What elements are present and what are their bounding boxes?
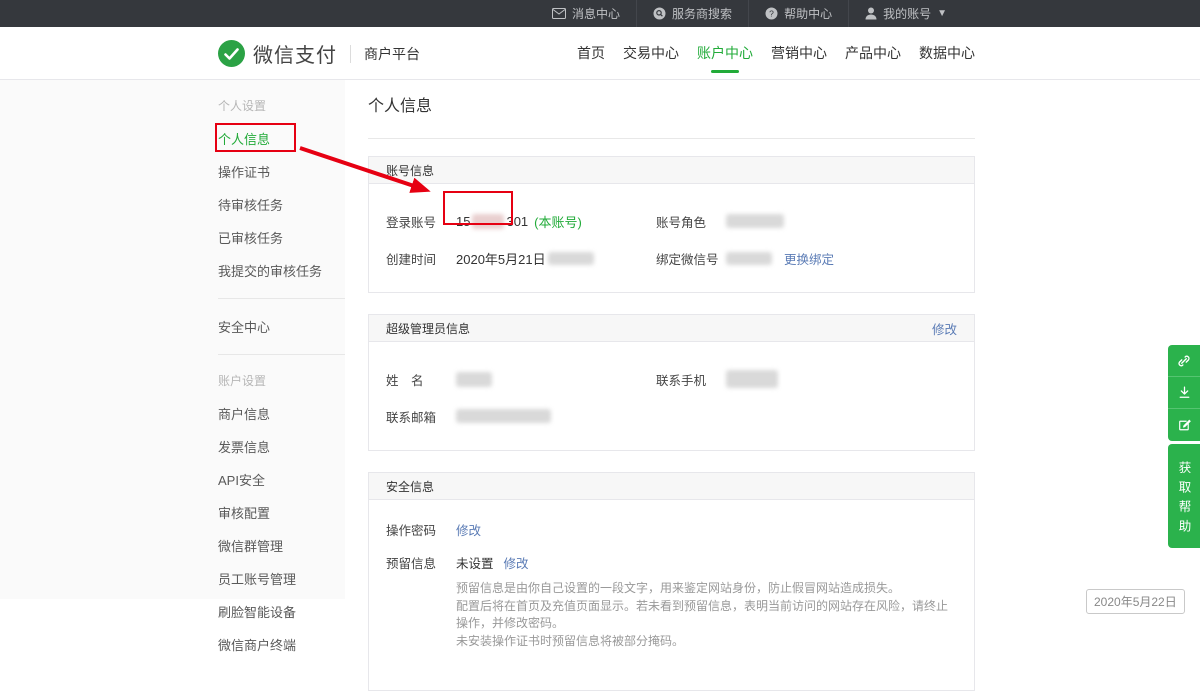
sidebar-item-wechat-merchant-terminal[interactable]: 微信商户终端: [218, 628, 345, 661]
redacted-admin-name: [456, 372, 492, 387]
date-chip: 2020年5月22日: [1086, 589, 1185, 614]
topbar-item-label: 我的账号: [883, 5, 931, 22]
topbar-item-help-center[interactable]: ? 帮助中心: [748, 0, 848, 27]
sidebar-group-personal-settings: 个人设置: [218, 97, 345, 114]
page-title: 个人信息: [368, 92, 975, 139]
account-info-section: 账号信息 登录账号 15 301 (本账号) 账号角色: [368, 156, 975, 293]
question-icon: ?: [765, 7, 778, 20]
chevron-down-icon: ▼: [937, 8, 947, 19]
sidebar-divider: [218, 354, 345, 355]
bound-wechat-label: 绑定微信号: [656, 249, 726, 268]
wechat-pay-logo-icon: [218, 40, 245, 67]
nav-item-transaction-center[interactable]: 交易中心: [623, 27, 679, 80]
sidebar-item-api-security[interactable]: API安全: [218, 463, 345, 496]
sidebar-item-reviewed-tasks[interactable]: 已审核任务: [218, 221, 345, 254]
sidebar-item-staff-account-mgmt[interactable]: 员工账号管理: [218, 562, 345, 595]
sidebar-item-my-submitted-tasks[interactable]: 我提交的审核任务: [218, 254, 345, 287]
account-role-label: 账号角色: [656, 212, 726, 231]
sidebar-item-personal-info[interactable]: 个人信息: [218, 122, 345, 155]
sidebar-item-merchant-info[interactable]: 商户信息: [218, 397, 345, 430]
sidebar-item-operation-certificate[interactable]: 操作证书: [218, 155, 345, 188]
super-admin-section: 超级管理员信息 修改 姓 名 联系手机 联系邮箱: [368, 314, 975, 451]
admin-phone-label: 联系手机: [656, 370, 726, 389]
reserved-info-label: 预留信息: [386, 553, 456, 572]
section-title: 账号信息: [386, 162, 434, 179]
section-title: 安全信息: [386, 478, 434, 495]
svg-text:?: ?: [769, 8, 774, 18]
brand-name: 微信支付: [253, 39, 337, 68]
created-time-label: 创建时间: [386, 249, 456, 268]
topbar-item-my-account[interactable]: 我的账号 ▼: [848, 0, 963, 27]
section-title: 超级管理员信息: [386, 320, 470, 337]
help-floating-widget: 获取帮助: [1168, 345, 1200, 548]
brand-divider: [350, 45, 351, 63]
change-password-link[interactable]: 修改: [456, 520, 481, 539]
sidebar-group-account-settings: 账户设置: [218, 372, 345, 389]
nav-item-account-center[interactable]: 账户中心: [697, 27, 753, 80]
hotline-link-button[interactable]: [1168, 345, 1200, 377]
topbar-item-label: 帮助中心: [784, 5, 832, 22]
current-account-tag: (本账号): [534, 212, 582, 231]
reserved-info-value: 未设置: [456, 553, 494, 572]
security-info-section: 安全信息 操作密码 修改 预留信息 未设置 修改 预留信息是由你自己设置的一段文…: [368, 472, 975, 691]
sidebar-divider: [218, 298, 345, 299]
sidebar-item-security-center[interactable]: 安全中心: [218, 310, 345, 343]
download-button[interactable]: [1168, 377, 1200, 409]
edit-icon: [1176, 417, 1193, 434]
redacted-wechat-id: [726, 252, 772, 265]
redacted-admin-email: [456, 409, 551, 423]
user-icon: [865, 7, 877, 20]
admin-email-label: 联系邮箱: [386, 407, 456, 426]
nav-item-data-center[interactable]: 数据中心: [919, 27, 975, 80]
nav-item-home[interactable]: 首页: [577, 27, 605, 80]
security-info-header: 安全信息: [369, 473, 974, 500]
feedback-button[interactable]: [1168, 409, 1200, 441]
nav-item-marketing-center[interactable]: 营销中心: [771, 27, 827, 80]
topbar-item-messages[interactable]: 消息中心: [536, 0, 636, 27]
sidebar-item-wechat-group-mgmt[interactable]: 微信群管理: [218, 529, 345, 562]
sidebar-item-review-config[interactable]: 审核配置: [218, 496, 345, 529]
super-admin-header: 超级管理员信息 修改: [369, 315, 974, 342]
main-content: 个人信息 账号信息 登录账号 15 301 (本账号) 账号角色: [368, 92, 975, 691]
search-icon: [653, 7, 666, 20]
login-account-label: 登录账号: [386, 212, 456, 231]
redacted-admin-phone: [726, 370, 778, 388]
rebind-link[interactable]: 更换绑定: [784, 249, 834, 268]
link-icon: [1175, 352, 1193, 370]
topbar-item-label: 服务商搜索: [672, 5, 732, 22]
reserved-info-description: 预留信息是由你自己设置的一段文字，用来鉴定网站身份，防止假冒网站造成损失。 配置…: [456, 580, 957, 650]
portal-name: 商户平台: [364, 44, 420, 64]
sidebar: 个人设置 个人信息 操作证书 待审核任务 已审核任务 我提交的审核任务 安全中心…: [218, 80, 345, 661]
top-utility-bar: 消息中心 服务商搜索 ? 帮助中心 我的账号 ▼: [0, 0, 1200, 27]
redacted-login-digits: [472, 214, 504, 229]
topbar-item-label: 消息中心: [572, 5, 620, 22]
set-reserved-info-link[interactable]: 修改: [504, 553, 529, 572]
admin-name-label: 姓 名: [386, 370, 456, 389]
get-help-button[interactable]: 获取帮助: [1168, 444, 1200, 548]
edit-admin-link[interactable]: 修改: [932, 319, 957, 338]
login-account-value: 15 301 (本账号): [456, 212, 582, 231]
operation-password-label: 操作密码: [386, 520, 456, 539]
nav-item-product-center[interactable]: 产品中心: [845, 27, 901, 80]
download-icon: [1176, 384, 1193, 401]
topbar-item-sp-search[interactable]: 服务商搜索: [636, 0, 748, 27]
sidebar-item-face-device[interactable]: 刷脸智能设备: [218, 595, 345, 628]
account-info-header: 账号信息: [369, 157, 974, 184]
redacted-created-time: [548, 252, 594, 265]
sidebar-item-pending-review-tasks[interactable]: 待审核任务: [218, 188, 345, 221]
brand[interactable]: 微信支付 商户平台: [218, 27, 420, 80]
site-header: 微信支付 商户平台 首页 交易中心 账户中心 营销中心 产品中心 数据中心: [0, 27, 1200, 80]
created-time-value: 2020年5月21日: [456, 249, 594, 268]
primary-nav: 首页 交易中心 账户中心 营销中心 产品中心 数据中心: [577, 27, 975, 80]
mail-icon: [552, 8, 566, 19]
redacted-account-role: [726, 214, 784, 228]
sidebar-item-invoice-info[interactable]: 发票信息: [218, 430, 345, 463]
